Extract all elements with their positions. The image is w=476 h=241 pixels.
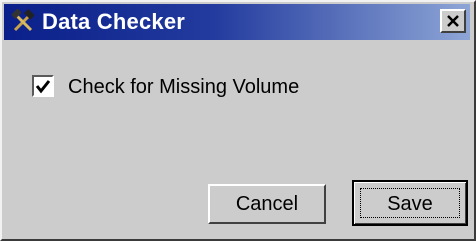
save-button[interactable]: Save xyxy=(352,180,468,226)
cancel-button[interactable]: Cancel xyxy=(208,184,326,224)
missing-volume-checkbox[interactable] xyxy=(32,75,54,97)
checkmark-icon xyxy=(35,80,51,94)
hammer-tools-icon xyxy=(10,8,36,35)
save-button-label: Save xyxy=(360,188,460,218)
missing-volume-label[interactable]: Check for Missing Volume xyxy=(68,74,299,100)
title-bar[interactable]: Data Checker xyxy=(4,4,470,40)
window-title: Data Checker xyxy=(42,9,186,34)
close-button[interactable] xyxy=(440,9,466,33)
close-icon xyxy=(447,15,459,27)
data-checker-dialog: Data Checker Check for Missing Volume Ca… xyxy=(0,0,476,241)
